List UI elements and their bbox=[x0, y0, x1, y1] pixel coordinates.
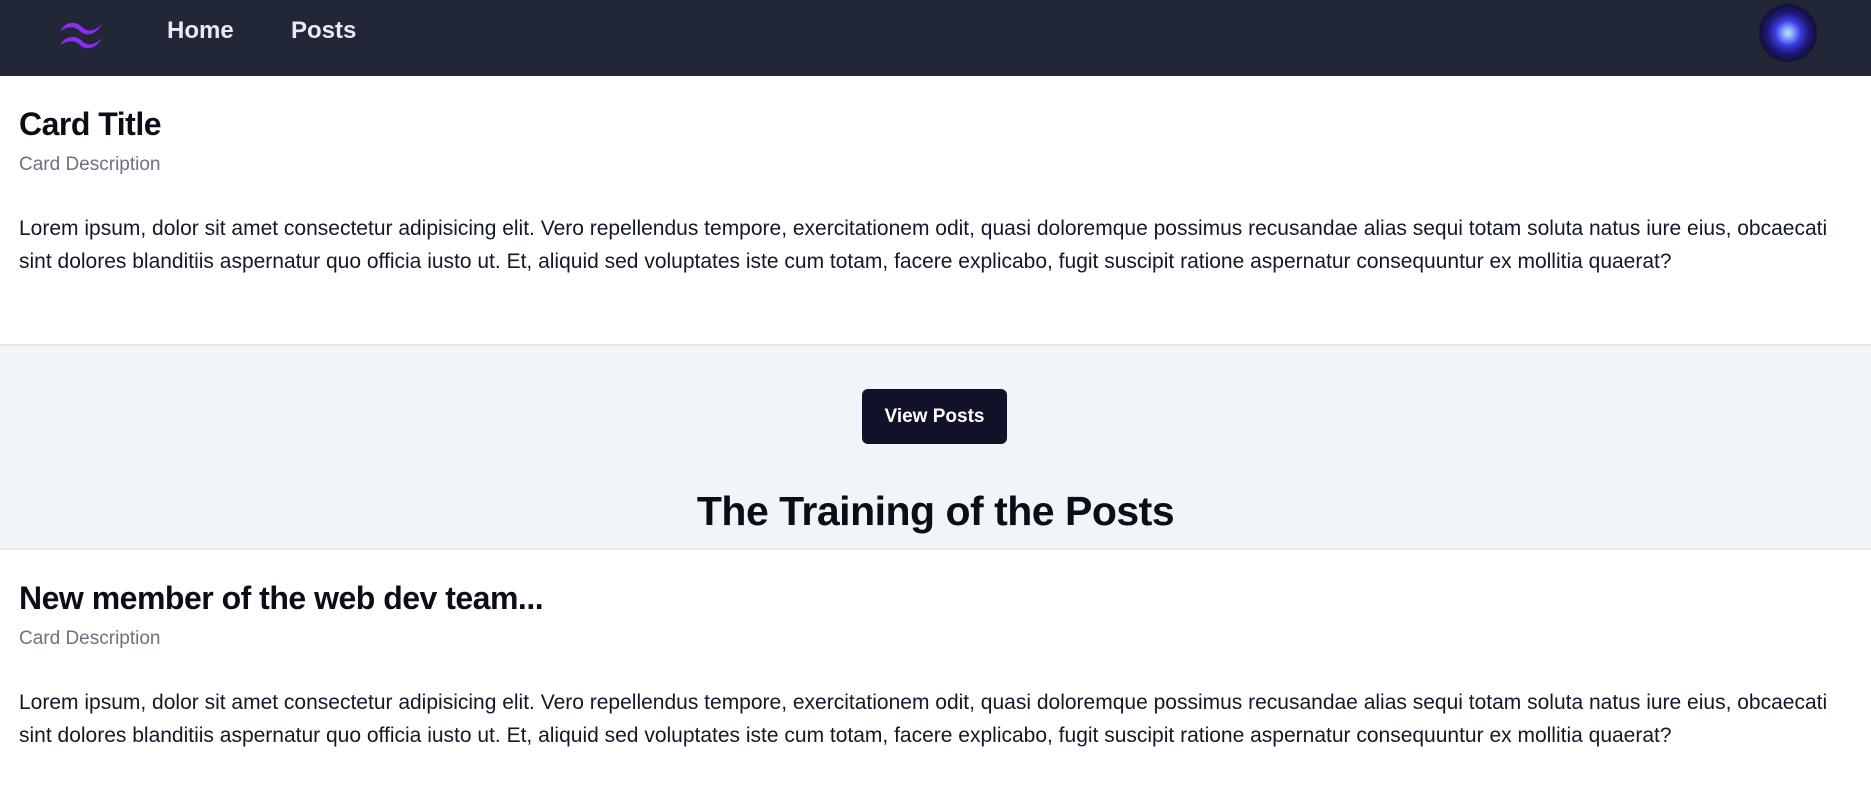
post-card-title: New member of the web dev team... bbox=[19, 580, 544, 616]
card: Card Title Card Description Lorem ipsum,… bbox=[0, 76, 1871, 346]
nav-link-posts[interactable]: Posts bbox=[291, 17, 356, 45]
tailwind-logo-icon[interactable] bbox=[56, 18, 106, 50]
posts-section: View Posts The Training of the Posts bbox=[0, 346, 1871, 548]
post-card-body-text: Lorem ipsum, dolor sit amet consectetur … bbox=[19, 691, 1828, 747]
view-posts-button[interactable]: View Posts bbox=[862, 389, 1007, 444]
navbar: Home Posts bbox=[0, 0, 1871, 76]
user-avatar[interactable] bbox=[1760, 5, 1816, 61]
post-card-description: Card Description bbox=[19, 628, 161, 649]
card-body-text: Lorem ipsum, dolor sit amet consectetur … bbox=[19, 217, 1828, 273]
card-description: Card Description bbox=[19, 154, 161, 175]
nav-link-home[interactable]: Home bbox=[167, 17, 234, 45]
section-title: The Training of the Posts bbox=[696, 488, 1175, 534]
card-title: Card Title bbox=[19, 106, 162, 142]
post-card: New member of the web dev team... Card D… bbox=[0, 548, 1871, 810]
